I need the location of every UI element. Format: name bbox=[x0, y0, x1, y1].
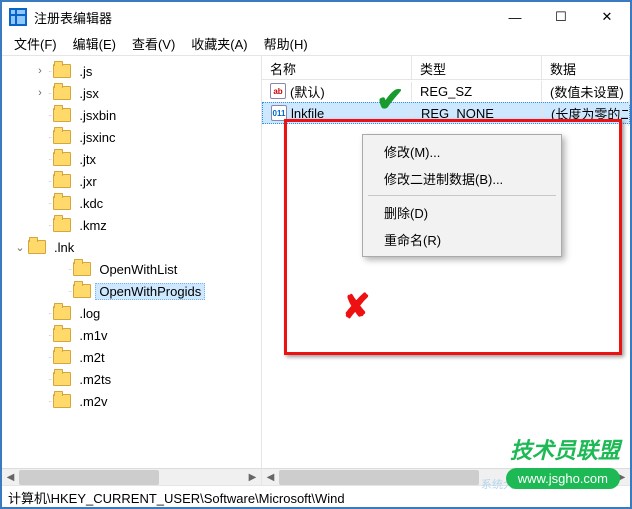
folder-icon bbox=[53, 64, 71, 78]
folder-icon bbox=[28, 240, 46, 254]
scroll-left-icon[interactable]: ◀ bbox=[262, 469, 279, 485]
context-menu-separator bbox=[368, 195, 556, 196]
tree-node[interactable]: ⌄ .lnk bbox=[2, 236, 261, 258]
menu-view[interactable]: 查看(V) bbox=[124, 32, 183, 55]
tree-node[interactable]: ··.jsxbin bbox=[2, 104, 261, 126]
value-row[interactable]: ab(默认)REG_SZ(数值未设置) bbox=[262, 80, 630, 102]
menu-favorites[interactable]: 收藏夹(A) bbox=[183, 32, 255, 55]
tree-label: .jtx bbox=[75, 151, 100, 168]
folder-icon bbox=[73, 284, 91, 298]
close-button[interactable]: ✕ bbox=[584, 2, 630, 32]
scroll-left-icon[interactable]: ◀ bbox=[2, 469, 19, 485]
tree-label: .m1v bbox=[75, 327, 111, 344]
tree-label: .m2ts bbox=[75, 371, 115, 388]
tree-node[interactable]: ›··.jsx bbox=[2, 82, 261, 104]
tree-label: .jxr bbox=[75, 173, 100, 190]
scroll-right-icon[interactable]: ▶ bbox=[244, 469, 261, 485]
tree-label: .kdc bbox=[75, 195, 107, 212]
folder-icon bbox=[53, 350, 71, 364]
tree-node[interactable]: ··.jtx bbox=[2, 148, 261, 170]
context-menu-item[interactable]: 修改(M)... bbox=[366, 138, 558, 165]
folder-icon bbox=[53, 196, 71, 210]
value-type: REG_NONE bbox=[413, 103, 543, 124]
menu-file[interactable]: 文件(F) bbox=[6, 32, 65, 55]
value-row[interactable]: 011 lnkfile REG_NONE(长度为零的二进制值) bbox=[262, 102, 630, 124]
tree-label: .m2v bbox=[75, 393, 111, 410]
context-menu: 修改(M)...修改二进制数据(B)... 删除(D)重命名(R) bbox=[362, 134, 562, 257]
value-data: (长度为零的二进制值) bbox=[543, 101, 629, 126]
titlebar[interactable]: 注册表编辑器 — ☐ ✕ bbox=[2, 2, 630, 32]
tree-label: OpenWithProgids bbox=[95, 283, 205, 300]
menubar: 文件(F) 编辑(E) 查看(V) 收藏夹(A) 帮助(H) bbox=[2, 32, 630, 56]
string-value-icon: ab bbox=[270, 83, 286, 99]
tree-label: .kmz bbox=[75, 217, 110, 234]
value-name: lnkfile bbox=[291, 106, 324, 121]
tree-node[interactable]: ›··.js bbox=[2, 60, 261, 82]
tree-node[interactable]: ··.log bbox=[2, 302, 261, 324]
folder-icon bbox=[53, 86, 71, 100]
context-menu-item[interactable]: 修改二进制数据(B)... bbox=[366, 165, 558, 192]
column-data[interactable]: 数据 bbox=[542, 56, 630, 79]
column-type[interactable]: 类型 bbox=[412, 56, 542, 79]
tree-label: .lnk bbox=[50, 239, 78, 256]
context-menu-item[interactable]: 删除(D) bbox=[366, 199, 558, 226]
folder-icon bbox=[53, 372, 71, 386]
tree-node[interactable]: ··.kmz bbox=[2, 214, 261, 236]
tree-label: .jsx bbox=[75, 85, 103, 102]
chevron-right-icon[interactable]: › bbox=[32, 87, 48, 99]
statusbar: 计算机\HKEY_CURRENT_USER\Software\Microsoft… bbox=[2, 485, 630, 507]
tree-node[interactable]: ··.m2v bbox=[2, 390, 261, 412]
tree-node[interactable]: ··.jxr bbox=[2, 170, 261, 192]
tree-node[interactable]: ··OpenWithProgids bbox=[2, 280, 261, 302]
registry-tree[interactable]: ›··.js›··.jsx··.jsxbin··.jsxinc··.jtx··.… bbox=[2, 56, 261, 468]
context-menu-item[interactable]: 重命名(R) bbox=[366, 226, 558, 253]
tree-label: .log bbox=[75, 305, 104, 322]
folder-icon bbox=[53, 218, 71, 232]
folder-icon bbox=[53, 174, 71, 188]
list-header: 名称 类型 数据 bbox=[262, 56, 630, 80]
tree-label: .js bbox=[75, 63, 96, 80]
tree-hscrollbar[interactable]: ◀ ▶ bbox=[2, 468, 261, 485]
menu-help[interactable]: 帮助(H) bbox=[256, 32, 316, 55]
chevron-down-icon[interactable]: ⌄ bbox=[12, 241, 28, 254]
tree-node[interactable]: ··.m2ts bbox=[2, 368, 261, 390]
minimize-button[interactable]: — bbox=[492, 2, 538, 32]
folder-icon bbox=[53, 152, 71, 166]
folder-icon bbox=[53, 130, 71, 144]
app-icon bbox=[8, 7, 28, 27]
maximize-button[interactable]: ☐ bbox=[538, 2, 584, 32]
column-name[interactable]: 名称 bbox=[262, 56, 412, 79]
menu-edit[interactable]: 编辑(E) bbox=[65, 32, 124, 55]
chevron-right-icon[interactable]: › bbox=[32, 65, 48, 77]
scroll-right-icon[interactable]: ▶ bbox=[613, 469, 630, 485]
tree-label: OpenWithList bbox=[95, 261, 181, 278]
tree-node[interactable]: ··.jsxinc bbox=[2, 126, 261, 148]
tree-label: .jsxbin bbox=[75, 107, 120, 124]
tree-node[interactable]: ··.kdc bbox=[2, 192, 261, 214]
window-title: 注册表编辑器 bbox=[34, 8, 492, 27]
value-type: REG_SZ bbox=[412, 81, 542, 102]
tree-label: .m2t bbox=[75, 349, 108, 366]
folder-icon bbox=[53, 328, 71, 342]
tree-node[interactable]: ··OpenWithList bbox=[2, 258, 261, 280]
tree-node[interactable]: ··.m2t bbox=[2, 346, 261, 368]
folder-icon bbox=[53, 108, 71, 122]
tree-node[interactable]: ··.m1v bbox=[2, 324, 261, 346]
folder-icon bbox=[73, 262, 91, 276]
folder-icon bbox=[53, 306, 71, 320]
binary-value-icon: 011 bbox=[271, 105, 287, 121]
list-hscrollbar[interactable]: ◀ ▶ bbox=[262, 468, 630, 485]
folder-icon bbox=[53, 394, 71, 408]
scroll-thumb[interactable] bbox=[19, 470, 159, 485]
tree-label: .jsxinc bbox=[75, 129, 119, 146]
scroll-thumb[interactable] bbox=[279, 470, 479, 485]
value-name: (默认) bbox=[290, 82, 325, 101]
